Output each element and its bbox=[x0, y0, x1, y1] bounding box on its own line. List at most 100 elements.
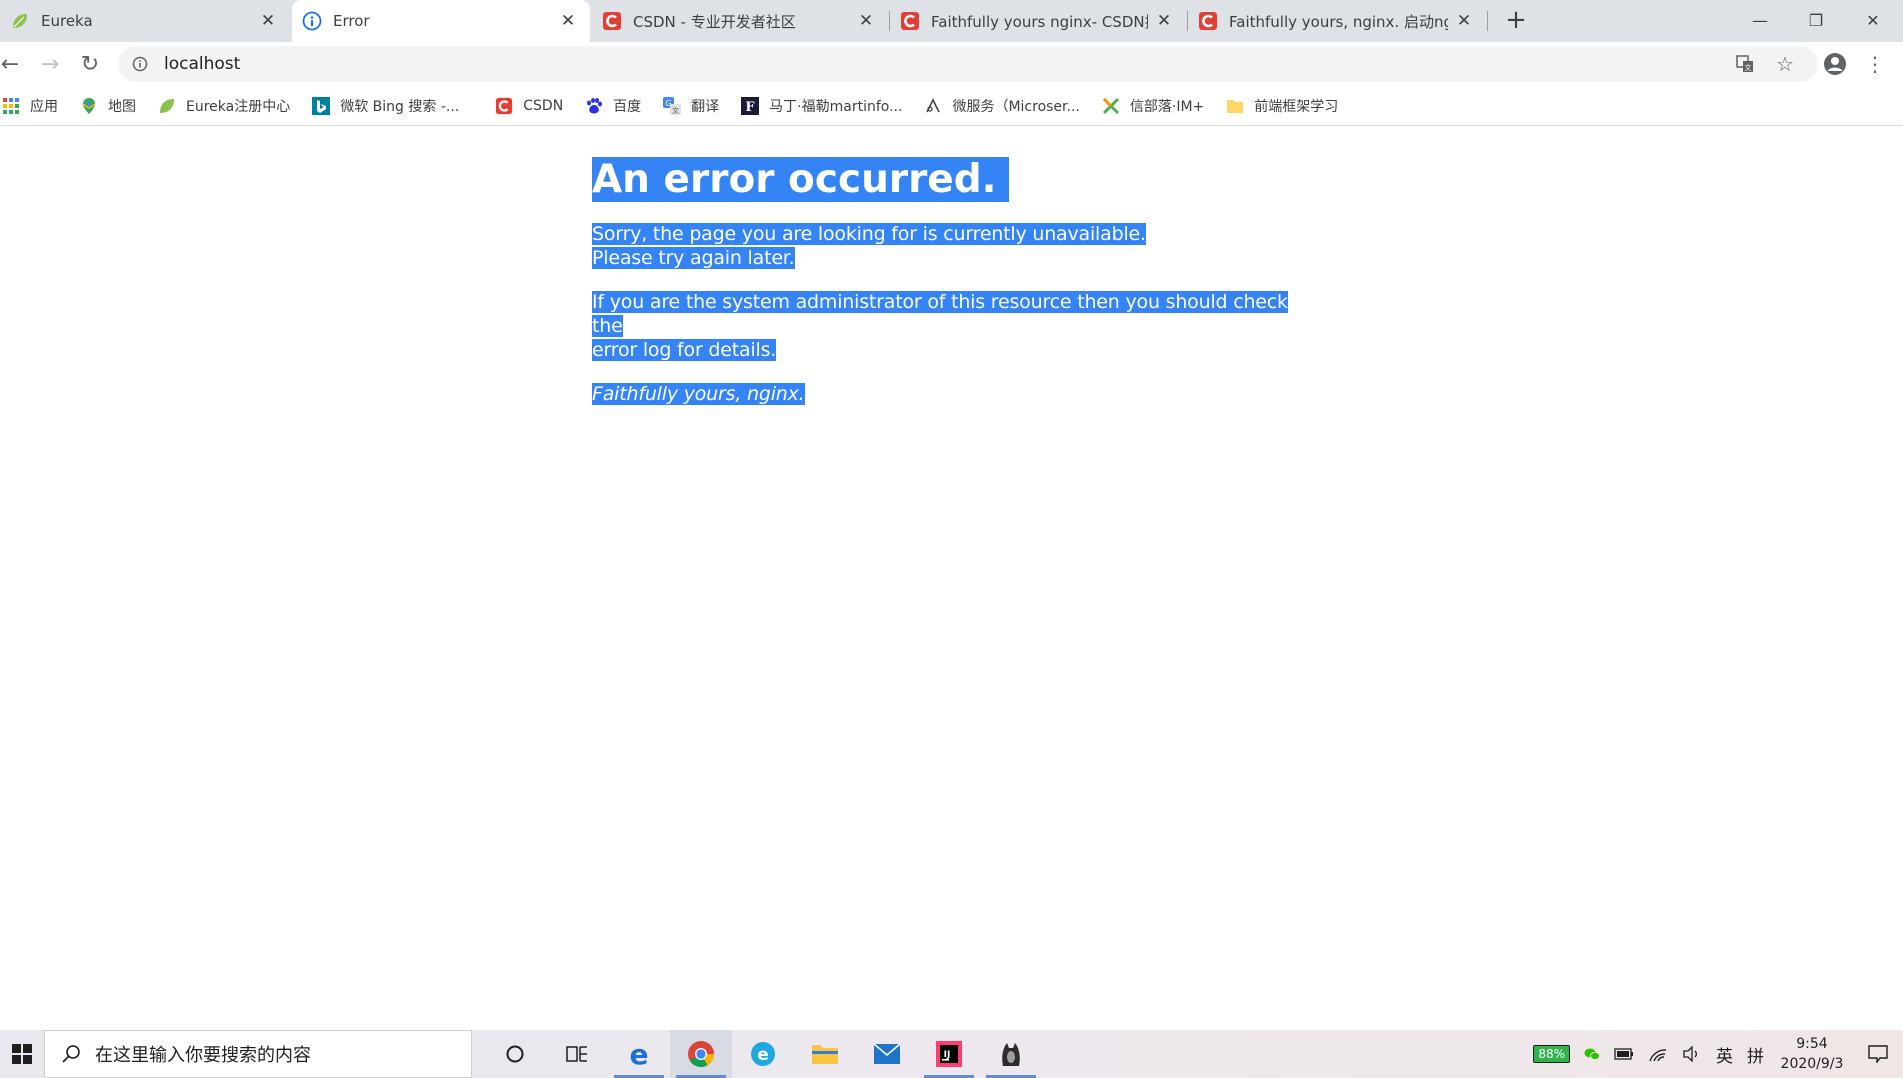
shell-app[interactable] bbox=[980, 1030, 1042, 1078]
error-line-1: Sorry, the page you are looking for is c… bbox=[592, 223, 1146, 245]
csdn-icon bbox=[1198, 11, 1218, 31]
bing-icon bbox=[312, 96, 331, 115]
search-icon bbox=[59, 1042, 83, 1066]
close-icon[interactable]: ✕ bbox=[558, 11, 578, 31]
bookmark-label: 翻译 bbox=[691, 98, 720, 115]
svg-text:e: e bbox=[757, 1045, 769, 1065]
restore-icon: ❐ bbox=[1808, 10, 1824, 30]
battery-icon[interactable] bbox=[1607, 1030, 1641, 1078]
bookmark-label: 地图 bbox=[108, 98, 136, 115]
windows-icon bbox=[12, 1044, 32, 1064]
mail-icon bbox=[873, 1043, 901, 1064]
bookmark-maps[interactable]: 地图 bbox=[80, 96, 136, 116]
bookmark-label: Eureka注册中心 bbox=[186, 98, 291, 115]
signature: Faithfully yours, nginx. bbox=[592, 382, 1312, 406]
system-tray: 88% 英 拼 9:54 2020/9/3 bbox=[1526, 1030, 1903, 1078]
ie-app[interactable]: e bbox=[732, 1030, 794, 1078]
cortana-icon bbox=[506, 1045, 524, 1063]
taskbar-search[interactable]: 在这里输入你要搜索的内容 bbox=[44, 1030, 472, 1078]
baidu-icon bbox=[585, 97, 603, 115]
bookmarks-bar: 应用 地图 Eureka注册中心 微软 Bing 搜索 -... CSDN 百度… bbox=[0, 86, 1903, 126]
wechat-tray-icon[interactable] bbox=[1577, 1030, 1607, 1078]
bookmark-microservices[interactable]: 微服务（Microser... bbox=[924, 96, 1080, 116]
ie-icon: e bbox=[751, 1042, 775, 1066]
profile-avatar-icon[interactable] bbox=[1820, 49, 1850, 79]
search-placeholder: 在这里输入你要搜索的内容 bbox=[95, 1045, 311, 1066]
page-viewport: An error occurred. Sorry, the page you a… bbox=[0, 127, 1903, 1027]
ime-language-indicator[interactable]: 英 bbox=[1709, 1030, 1740, 1078]
tab-title: Error bbox=[333, 12, 370, 30]
bookmark-baidu[interactable]: 百度 bbox=[585, 96, 641, 116]
ime-language-text: 英 bbox=[1716, 1046, 1733, 1067]
restore-button[interactable]: ❐ bbox=[1788, 0, 1844, 40]
task-view-icon bbox=[566, 1046, 587, 1062]
bookmark-im[interactable]: 信部落·IM+ bbox=[1102, 96, 1204, 116]
battery-percent: 88% bbox=[1533, 1045, 1570, 1063]
bookmark-eureka[interactable]: Eureka注册中心 bbox=[158, 96, 290, 116]
tab-error[interactable]: Error ✕ bbox=[292, 0, 590, 42]
tab-title: Faithfully yours nginx- CSDN搜 bbox=[931, 12, 1148, 31]
admin-line-2: error log for details. bbox=[592, 339, 777, 361]
battery-indicator[interactable]: 88% bbox=[1526, 1030, 1577, 1078]
admin-line-1: If you are the system administrator of t… bbox=[592, 291, 1288, 337]
task-view-button[interactable] bbox=[546, 1030, 608, 1078]
file-explorer-app[interactable] bbox=[794, 1030, 856, 1078]
url-text[interactable]: localhost bbox=[164, 54, 240, 74]
back-button[interactable]: ← bbox=[0, 48, 26, 80]
close-window-button[interactable]: ✕ bbox=[1845, 0, 1901, 40]
tab-separator bbox=[1487, 11, 1488, 31]
svg-text:F: F bbox=[746, 100, 756, 115]
notification-center-button[interactable] bbox=[1853, 1030, 1903, 1078]
tab-strip: Eureka ✕ Error ✕ CSDN - 专业开发者社区 ✕ Faithf… bbox=[0, 0, 1903, 42]
bookmark-martinfowler[interactable]: F 马丁·福勒martinfo... bbox=[741, 96, 902, 116]
chrome-app[interactable] bbox=[670, 1030, 732, 1078]
close-icon[interactable]: ✕ bbox=[1154, 11, 1174, 31]
edge-app[interactable]: e bbox=[608, 1030, 670, 1078]
wifi-icon[interactable] bbox=[1641, 1030, 1675, 1078]
translate-icon[interactable]: 文 bbox=[1730, 49, 1760, 79]
reload-button[interactable]: ↻ bbox=[74, 48, 106, 80]
bookmark-label: 应用 bbox=[30, 98, 58, 115]
close-icon[interactable]: ✕ bbox=[258, 11, 278, 31]
tab-csdn-article[interactable]: Faithfully yours, nginx. 启动ngi ✕ bbox=[1188, 0, 1486, 42]
start-button[interactable] bbox=[0, 1030, 44, 1078]
bookmark-frontend-folder[interactable]: 前端框架学习 bbox=[1226, 96, 1338, 116]
address-bar[interactable]: localhost bbox=[118, 46, 1818, 82]
bookmark-translate[interactable]: G文 翻译 bbox=[663, 96, 719, 116]
cortana-button[interactable] bbox=[484, 1030, 546, 1078]
microservice-icon bbox=[924, 97, 942, 115]
bookmark-star-icon[interactable]: ☆ bbox=[1770, 49, 1800, 79]
reload-icon: ↻ bbox=[80, 51, 100, 77]
info-icon[interactable] bbox=[130, 54, 150, 74]
forward-button[interactable]: → bbox=[34, 48, 66, 80]
close-icon[interactable]: ✕ bbox=[1454, 11, 1474, 31]
intellij-app[interactable]: IJ bbox=[918, 1030, 980, 1078]
close-icon: ✕ bbox=[1866, 10, 1880, 30]
svg-text:e: e bbox=[630, 1040, 649, 1068]
edge-icon: e bbox=[630, 1040, 649, 1068]
ime-mode-text: 拼 bbox=[1747, 1046, 1764, 1067]
csdn-icon bbox=[602, 11, 622, 31]
tab-csdn[interactable]: CSDN - 专业开发者社区 ✕ bbox=[592, 0, 888, 42]
error-heading: An error occurred. bbox=[592, 156, 1312, 204]
bookmark-csdn[interactable]: CSDN bbox=[495, 97, 563, 115]
menu-dots-icon[interactable]: ⋮ bbox=[1860, 49, 1890, 79]
maps-icon bbox=[80, 97, 98, 115]
tab-eureka[interactable]: Eureka ✕ bbox=[0, 0, 290, 42]
tab-csdn-search[interactable]: Faithfully yours nginx- CSDN搜 ✕ bbox=[890, 0, 1186, 42]
new-tab-button[interactable]: + bbox=[1502, 7, 1530, 35]
leaf-icon bbox=[10, 11, 30, 31]
volume-icon[interactable] bbox=[1675, 1030, 1709, 1078]
bookmark-label: 马丁·福勒martinfo... bbox=[769, 98, 903, 115]
signature-text: Faithfully yours, nginx. bbox=[592, 383, 805, 405]
taskbar-clock[interactable]: 9:54 2020/9/3 bbox=[1771, 1030, 1853, 1078]
bookmark-bing[interactable]: 微软 Bing 搜索 -... bbox=[312, 96, 459, 116]
ime-mode-indicator[interactable]: 拼 bbox=[1740, 1030, 1771, 1078]
browser-toolbar: ← → ↻ localhost 文 ☆ ⋮ bbox=[0, 42, 1903, 86]
close-icon[interactable]: ✕ bbox=[856, 11, 876, 31]
svg-text:文: 文 bbox=[672, 106, 679, 115]
error-line-2: Please try again later. bbox=[592, 247, 795, 269]
minimize-button[interactable]: — bbox=[1732, 0, 1788, 40]
bookmark-apps[interactable]: 应用 bbox=[2, 96, 58, 116]
mail-app[interactable] bbox=[856, 1030, 918, 1078]
